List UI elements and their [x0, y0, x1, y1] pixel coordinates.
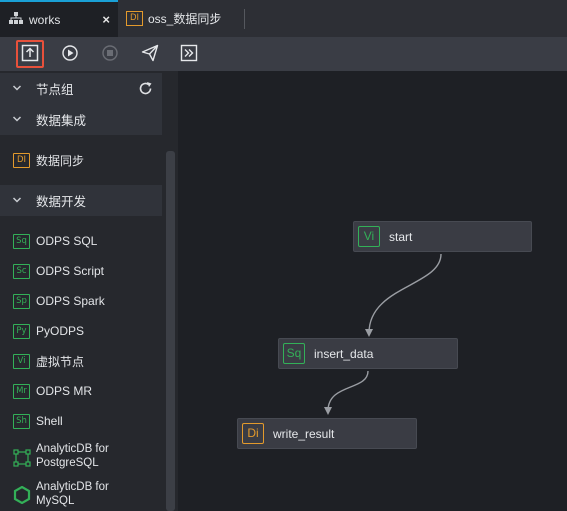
edge-start-to-insert [368, 253, 442, 334]
analyticdb-mysql-icon [13, 485, 31, 507]
run-icon [61, 44, 79, 65]
publish-button[interactable] [136, 40, 164, 68]
goto-ops-button[interactable] [175, 40, 203, 68]
sidebar-item-pyodps[interactable]: Py PyODPS [0, 316, 162, 346]
tab-oss-sync-label: oss_数据同步 [148, 12, 222, 26]
node-label: write_result [273, 426, 335, 441]
submit-icon [21, 44, 39, 65]
sidebar-item-label-line2: MySQL [36, 495, 75, 507]
sql-node-icon: Sq [13, 233, 30, 249]
analyticdb-postgresql-icon [13, 449, 31, 470]
chevron-down-icon [12, 82, 22, 96]
virtual-node-icon: Vi [13, 353, 30, 369]
sidebar-item-data-sync[interactable]: DI 数据同步 [0, 145, 162, 175]
submit-button[interactable] [16, 40, 44, 68]
data-integration-icon: Di [242, 423, 264, 444]
group-node-groups[interactable]: 节点组 [0, 73, 162, 104]
group-label: 数据开发 [36, 195, 87, 209]
chevron-down-icon [12, 113, 22, 127]
mapreduce-node-icon: Mr [13, 383, 30, 399]
sidebar-item-analyticdb-mysql[interactable]: AnalyticDB for MySQL [0, 477, 162, 511]
publish-icon [141, 44, 159, 65]
node-write-result[interactable]: Di write_result [237, 418, 417, 449]
sidebar-item-label: ODPS SQL [36, 234, 98, 248]
edge-insert-to-write [327, 370, 369, 412]
arrow-head-icon [324, 407, 332, 415]
node-start[interactable]: Vi start [353, 221, 532, 252]
tab-oss-sync[interactable]: DI oss_数据同步 [118, 0, 246, 37]
group-label: 节点组 [36, 83, 74, 97]
chevron-down-icon [12, 194, 22, 208]
sidebar-item-label-line2: PostgreSQL [36, 457, 99, 469]
arrow-head-icon [365, 329, 373, 337]
group-label: 数据集成 [36, 114, 87, 128]
sidebar-item-label: 虚拟节点 [36, 354, 85, 369]
virtual-node-icon: Vi [358, 226, 380, 247]
sidebar-item-label: ODPS Spark [36, 294, 105, 308]
tab-works[interactable]: works × [0, 0, 118, 37]
sidebar-item-label: 数据同步 [36, 153, 85, 168]
tab-works-label: works [29, 12, 61, 27]
group-data-development[interactable]: 数据开发 [0, 185, 162, 216]
sitemap-icon [9, 12, 23, 28]
sidebar-item-shell[interactable]: Sh Shell [0, 406, 162, 436]
python-node-icon: Py [13, 323, 30, 339]
sidebar-item-virtual-node[interactable]: Vi 虚拟节点 [0, 346, 162, 376]
sidebar-item-odps-script[interactable]: Sc ODPS Script [0, 256, 162, 286]
node-label: start [389, 229, 413, 244]
sidebar-item-odps-sql[interactable]: Sq ODPS SQL [0, 226, 162, 256]
data-integration-icon: DI [13, 152, 30, 168]
sidebar-item-analyticdb-postgresql[interactable]: AnalyticDB for PostgreSQL [0, 439, 162, 475]
sidebar-item-label: ODPS Script [36, 264, 105, 278]
run-button[interactable] [56, 40, 84, 68]
sidebar-item-label: PyODPS [36, 324, 85, 338]
sidebar-item-label-line1: AnalyticDB for [36, 443, 109, 455]
sql-node-icon: Sq [283, 343, 305, 364]
sidebar-item-label-line1: AnalyticDB for [36, 481, 109, 493]
tab-bar: works × DI oss_数据同步 [0, 0, 567, 37]
stop-icon [101, 44, 119, 65]
refresh-icon[interactable] [138, 81, 153, 99]
sidebar-item-odps-spark[interactable]: Sp ODPS Spark [0, 286, 162, 316]
sidebar-item-label: Shell [36, 414, 63, 428]
sidebar-scrollbar[interactable] [166, 151, 175, 511]
stop-button[interactable] [96, 40, 124, 68]
tab-divider [244, 9, 245, 29]
sidebar-item-odps-mr[interactable]: Mr ODPS MR [0, 376, 162, 406]
close-icon[interactable]: × [102, 12, 110, 27]
goto-ops-icon [180, 44, 198, 65]
toolbar [0, 37, 567, 71]
shell-node-icon: Sh [13, 413, 30, 429]
node-insert-data[interactable]: Sq insert_data [278, 338, 458, 369]
data-integration-icon: DI [126, 11, 143, 26]
spark-node-icon: Sp [13, 293, 30, 309]
node-label: insert_data [314, 346, 374, 361]
group-data-integration[interactable]: 数据集成 [0, 104, 162, 135]
script-node-icon: Sc [13, 263, 30, 279]
node-sidebar: 节点组 数据集成 DI 数据同步 数据开发 Sq ODPS SQL Sc ODP… [0, 71, 178, 511]
sidebar-item-label: ODPS MR [36, 384, 93, 398]
workflow-canvas[interactable]: Vi start Sq insert_data Di write_result [178, 71, 567, 511]
